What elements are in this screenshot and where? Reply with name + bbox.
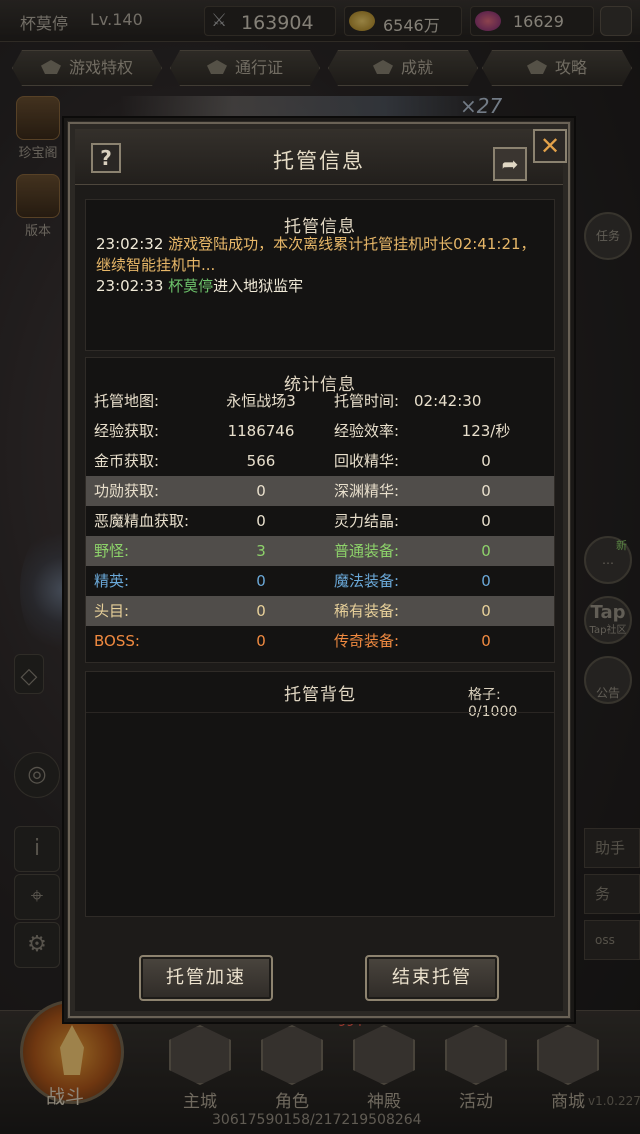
log-player-name: 杯莫停	[168, 277, 214, 295]
share-icon[interactable]: ➦	[493, 147, 527, 181]
stat-label: 普通装备:	[334, 542, 400, 560]
stat-value: 0	[481, 572, 491, 590]
stat-value: 0	[256, 512, 266, 530]
hosting-log-panel: 托管信息 23:02:32 游戏登陆成功，本次离线累计托管挂机时长02:41:2…	[85, 199, 555, 351]
stat-value: 0	[481, 512, 491, 530]
stat-label: 托管时间:	[334, 392, 400, 410]
stat-row: 功勋获取: 0 深渊精华: 0	[86, 476, 554, 506]
log-time: 23:02:33	[96, 277, 164, 295]
stat-row: 恶魔精血获取: 0 灵力结晶: 0	[86, 506, 554, 536]
stat-label: 深渊精华:	[334, 482, 400, 500]
stat-row: 精英: 0 魔法装备: 0	[86, 566, 554, 596]
log-time: 23:02:32	[96, 235, 164, 253]
stat-value: 0	[481, 452, 491, 470]
stat-value: 0	[256, 572, 266, 590]
log-entry: 23:02:33 杯莫停进入地狱监牢	[96, 276, 546, 297]
stat-value: 0	[256, 632, 266, 650]
stat-value: 0	[256, 482, 266, 500]
end-hosting-button[interactable]: 结束托管	[365, 955, 499, 1001]
hosting-log: 23:02:32 游戏登陆成功，本次离线累计托管挂机时长02:41:21，继续智…	[96, 234, 546, 297]
stats-panel: 统计信息 托管地图: 永恒战场3 托管时间: 02:42:30 经验获取: 1186746…	[85, 357, 555, 663]
stat-value: 566	[246, 452, 276, 470]
close-button[interactable]: ✕	[533, 129, 567, 163]
stat-row: 野怪: 3 普通装备: 0	[86, 536, 554, 566]
stat-label: 灵力结晶:	[334, 512, 400, 530]
stat-row: 头目: 0 稀有装备: 0	[86, 596, 554, 626]
stat-value: 1186746	[227, 422, 295, 440]
stat-label: 金币获取:	[94, 452, 160, 470]
log-entry: 23:02:32 游戏登陆成功，本次离线累计托管挂机时长02:41:21，继续智…	[96, 234, 546, 276]
stat-label: 头目:	[94, 602, 130, 620]
bag-grid[interactable]	[86, 712, 554, 916]
stat-value: 永恒战场3	[226, 392, 296, 410]
stat-label: BOSS:	[94, 632, 140, 650]
stat-value: 02:42:30	[414, 392, 482, 410]
stat-label: 功勋获取:	[94, 482, 160, 500]
stat-label: 野怪:	[94, 542, 130, 560]
stat-label: 经验效率:	[334, 422, 400, 440]
stat-label: 经验获取:	[94, 422, 160, 440]
stat-value: 0	[481, 602, 491, 620]
stat-label: 魔法装备:	[334, 572, 400, 590]
dialog-title: 托管信息	[273, 149, 365, 173]
stat-row: 金币获取: 566 回收精华: 0	[86, 446, 554, 476]
stat-label: 托管地图:	[94, 392, 160, 410]
stat-label: 传奇装备:	[334, 632, 400, 650]
stat-label: 精英:	[94, 572, 130, 590]
stat-row: BOSS: 0 传奇装备: 0	[86, 626, 554, 656]
dialog-header: ? 托管信息 ➦	[75, 129, 563, 185]
stat-label: 恶魔精血获取:	[94, 512, 190, 530]
stat-label: 稀有装备:	[334, 602, 400, 620]
hosting-info-dialog: ? 托管信息 ➦ ✕ 托管信息 23:02:32 游戏登陆成功，本次离线累计托管…	[64, 118, 574, 1022]
hosting-bag-panel: 托管背包 格子: 0/1000	[85, 671, 555, 917]
stat-label: 回收精华:	[334, 452, 400, 470]
stat-row: 托管地图: 永恒战场3 托管时间: 02:42:30	[86, 386, 554, 416]
stat-value: 123/秒	[461, 422, 511, 440]
speed-up-button[interactable]: 托管加速	[139, 955, 273, 1001]
stat-value: 3	[256, 542, 266, 560]
stat-value: 0	[481, 542, 491, 560]
stat-row: 经验获取: 1186746 经验效率: 123/秒	[86, 416, 554, 446]
stat-value: 0	[481, 632, 491, 650]
log-text: 进入地狱监牢	[213, 277, 304, 295]
stat-value: 0	[256, 602, 266, 620]
stat-value: 0	[481, 482, 491, 500]
